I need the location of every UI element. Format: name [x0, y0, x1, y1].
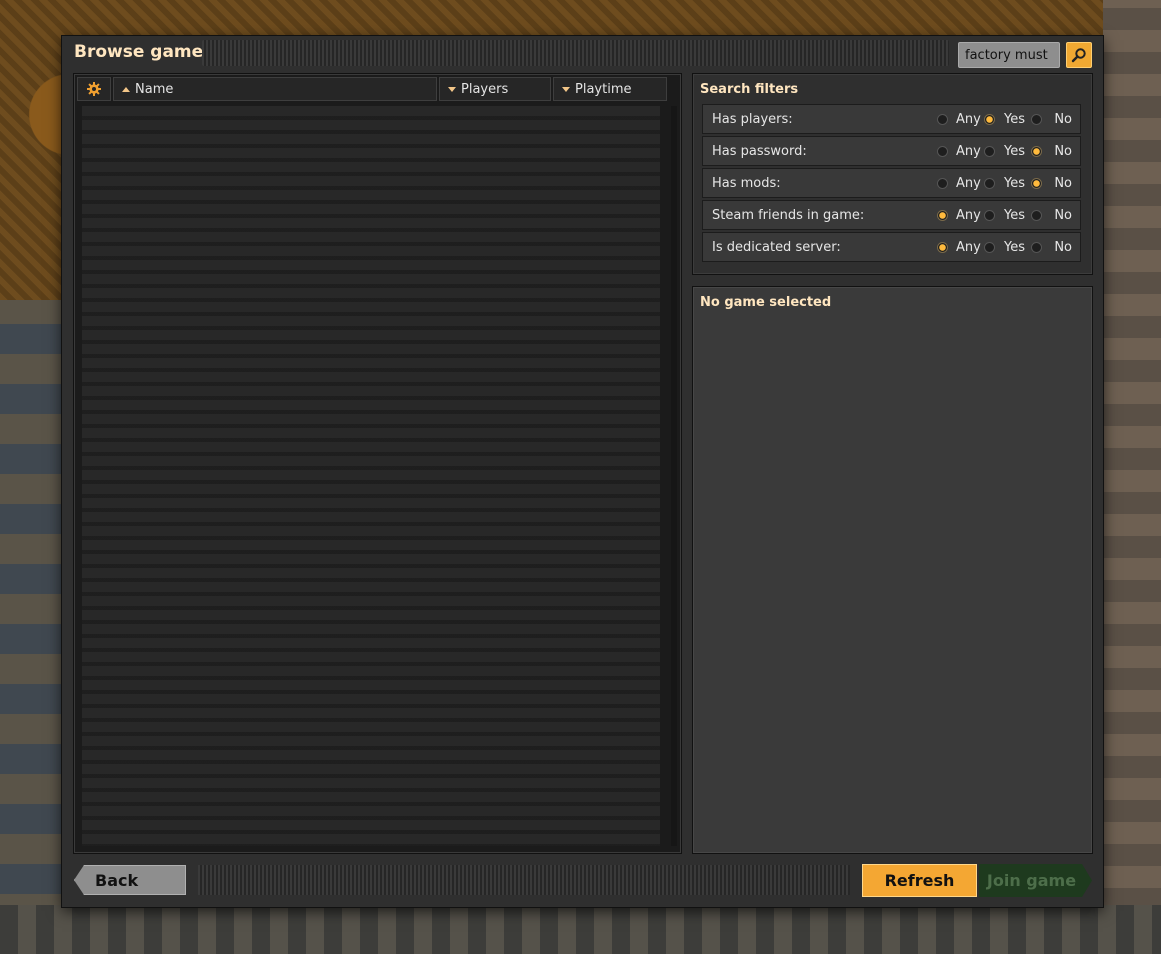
column-header-name[interactable]: Name	[113, 77, 437, 101]
filter-option-no[interactable]: No	[1031, 144, 1072, 159]
games-list-rows[interactable]	[82, 106, 660, 846]
title-drag-handle[interactable]	[202, 40, 949, 66]
filter-option-any[interactable]: Any	[937, 175, 981, 191]
radio-button-icon[interactable]	[984, 177, 995, 189]
column-header-players[interactable]: Players	[439, 77, 551, 101]
radio-button-icon[interactable]	[1031, 209, 1042, 221]
sort-descending-icon	[562, 86, 570, 92]
games-list-header: Name Players Playtime	[77, 77, 669, 101]
filter-row: Has players: Any Yes No	[702, 104, 1081, 134]
filter-option-label: Any	[956, 143, 981, 159]
radio-button-icon[interactable]	[1031, 145, 1042, 157]
filter-option-label: No	[1054, 239, 1072, 255]
filter-label: Is dedicated server:	[712, 239, 841, 255]
filter-option-label: Yes	[1004, 175, 1025, 191]
radio-button-icon[interactable]	[937, 241, 948, 253]
column-header-name-label: Name	[135, 81, 174, 97]
filter-label: Has password:	[712, 143, 807, 159]
radio-button-icon[interactable]	[1031, 177, 1042, 189]
browse-games-window: Browse games factory must Name Players P…	[62, 36, 1103, 907]
filter-row: Has mods: Any Yes No	[702, 168, 1081, 198]
filter-option-yes[interactable]: Yes	[984, 208, 1025, 223]
filter-option-any[interactable]: Any	[937, 207, 981, 223]
filter-option-no[interactable]: No	[1031, 176, 1072, 191]
search-button[interactable]	[1066, 42, 1092, 68]
filter-option-any[interactable]: Any	[937, 239, 981, 255]
filter-option-any[interactable]: Any	[937, 111, 981, 127]
radio-button-icon[interactable]	[984, 209, 995, 221]
filter-option-label: Any	[956, 175, 981, 191]
filter-label: Has players:	[712, 111, 793, 127]
bottom-drag-handle[interactable]	[198, 865, 850, 895]
filter-option-label: Any	[956, 111, 981, 127]
background-scenery-right	[1103, 0, 1161, 954]
radio-button-icon[interactable]	[937, 209, 948, 221]
filter-option-label: No	[1054, 111, 1072, 127]
filter-row: Is dedicated server: Any Yes No	[702, 232, 1081, 262]
search-filters-title: Search filters	[700, 82, 799, 97]
radio-button-icon[interactable]	[1031, 113, 1042, 125]
filter-option-label: Yes	[1004, 111, 1025, 127]
radio-button-icon[interactable]	[937, 177, 948, 189]
radio-button-icon[interactable]	[984, 113, 995, 125]
gear-icon	[87, 82, 101, 96]
games-list-scrollbar[interactable]	[671, 106, 677, 846]
games-list-panel: Name Players Playtime	[73, 73, 682, 854]
column-header-playtime-label: Playtime	[575, 81, 632, 97]
filter-label: Has mods:	[712, 175, 781, 191]
join-game-button[interactable]: Join game	[979, 864, 1092, 897]
back-button[interactable]: Back	[74, 865, 186, 895]
filter-row: Has password: Any Yes No	[702, 136, 1081, 166]
game-details-panel: No game selected	[692, 286, 1093, 854]
filter-option-any[interactable]: Any	[937, 143, 981, 159]
game-details-title: No game selected	[700, 295, 832, 310]
sort-descending-icon	[448, 86, 456, 92]
radio-button-icon[interactable]	[984, 145, 995, 157]
filter-option-label: No	[1054, 175, 1072, 191]
filter-option-label: Yes	[1004, 239, 1025, 255]
background-scenery-bottom	[0, 905, 1161, 954]
filter-option-label: Any	[956, 207, 981, 223]
filter-rows: Has players: Any Yes No Has password: Any Yes N…	[702, 104, 1081, 264]
filter-option-yes[interactable]: Yes	[984, 112, 1025, 127]
filter-label: Steam friends in game:	[712, 207, 865, 223]
filter-option-yes[interactable]: Yes	[984, 176, 1025, 191]
filter-option-no[interactable]: No	[1031, 208, 1072, 223]
background-scenery-left	[0, 300, 62, 954]
column-header-playtime[interactable]: Playtime	[553, 77, 667, 101]
filter-row: Steam friends in game: Any Yes No	[702, 200, 1081, 230]
column-header-players-label: Players	[461, 81, 509, 97]
filter-option-no[interactable]: No	[1031, 240, 1072, 255]
search-filters-panel: Search filters Has players: Any Yes No Has p…	[692, 73, 1093, 275]
filter-option-label: No	[1054, 207, 1072, 223]
filter-option-no[interactable]: No	[1031, 112, 1072, 127]
filter-option-label: Any	[956, 239, 981, 255]
filter-option-label: No	[1054, 143, 1072, 159]
search-input[interactable]	[958, 42, 1060, 68]
filter-option-label: Yes	[1004, 207, 1025, 223]
radio-button-icon[interactable]	[937, 113, 948, 125]
filter-option-yes[interactable]: Yes	[984, 144, 1025, 159]
sort-ascending-icon	[122, 86, 130, 92]
radio-button-icon[interactable]	[1031, 241, 1042, 253]
radio-button-icon[interactable]	[937, 145, 948, 157]
column-settings-button[interactable]	[77, 77, 111, 101]
search-icon	[1071, 48, 1086, 63]
refresh-button[interactable]: Refresh	[862, 864, 977, 897]
radio-button-icon[interactable]	[984, 241, 995, 253]
filter-option-yes[interactable]: Yes	[984, 240, 1025, 255]
window-title: Browse games	[74, 42, 214, 62]
filter-option-label: Yes	[1004, 143, 1025, 159]
